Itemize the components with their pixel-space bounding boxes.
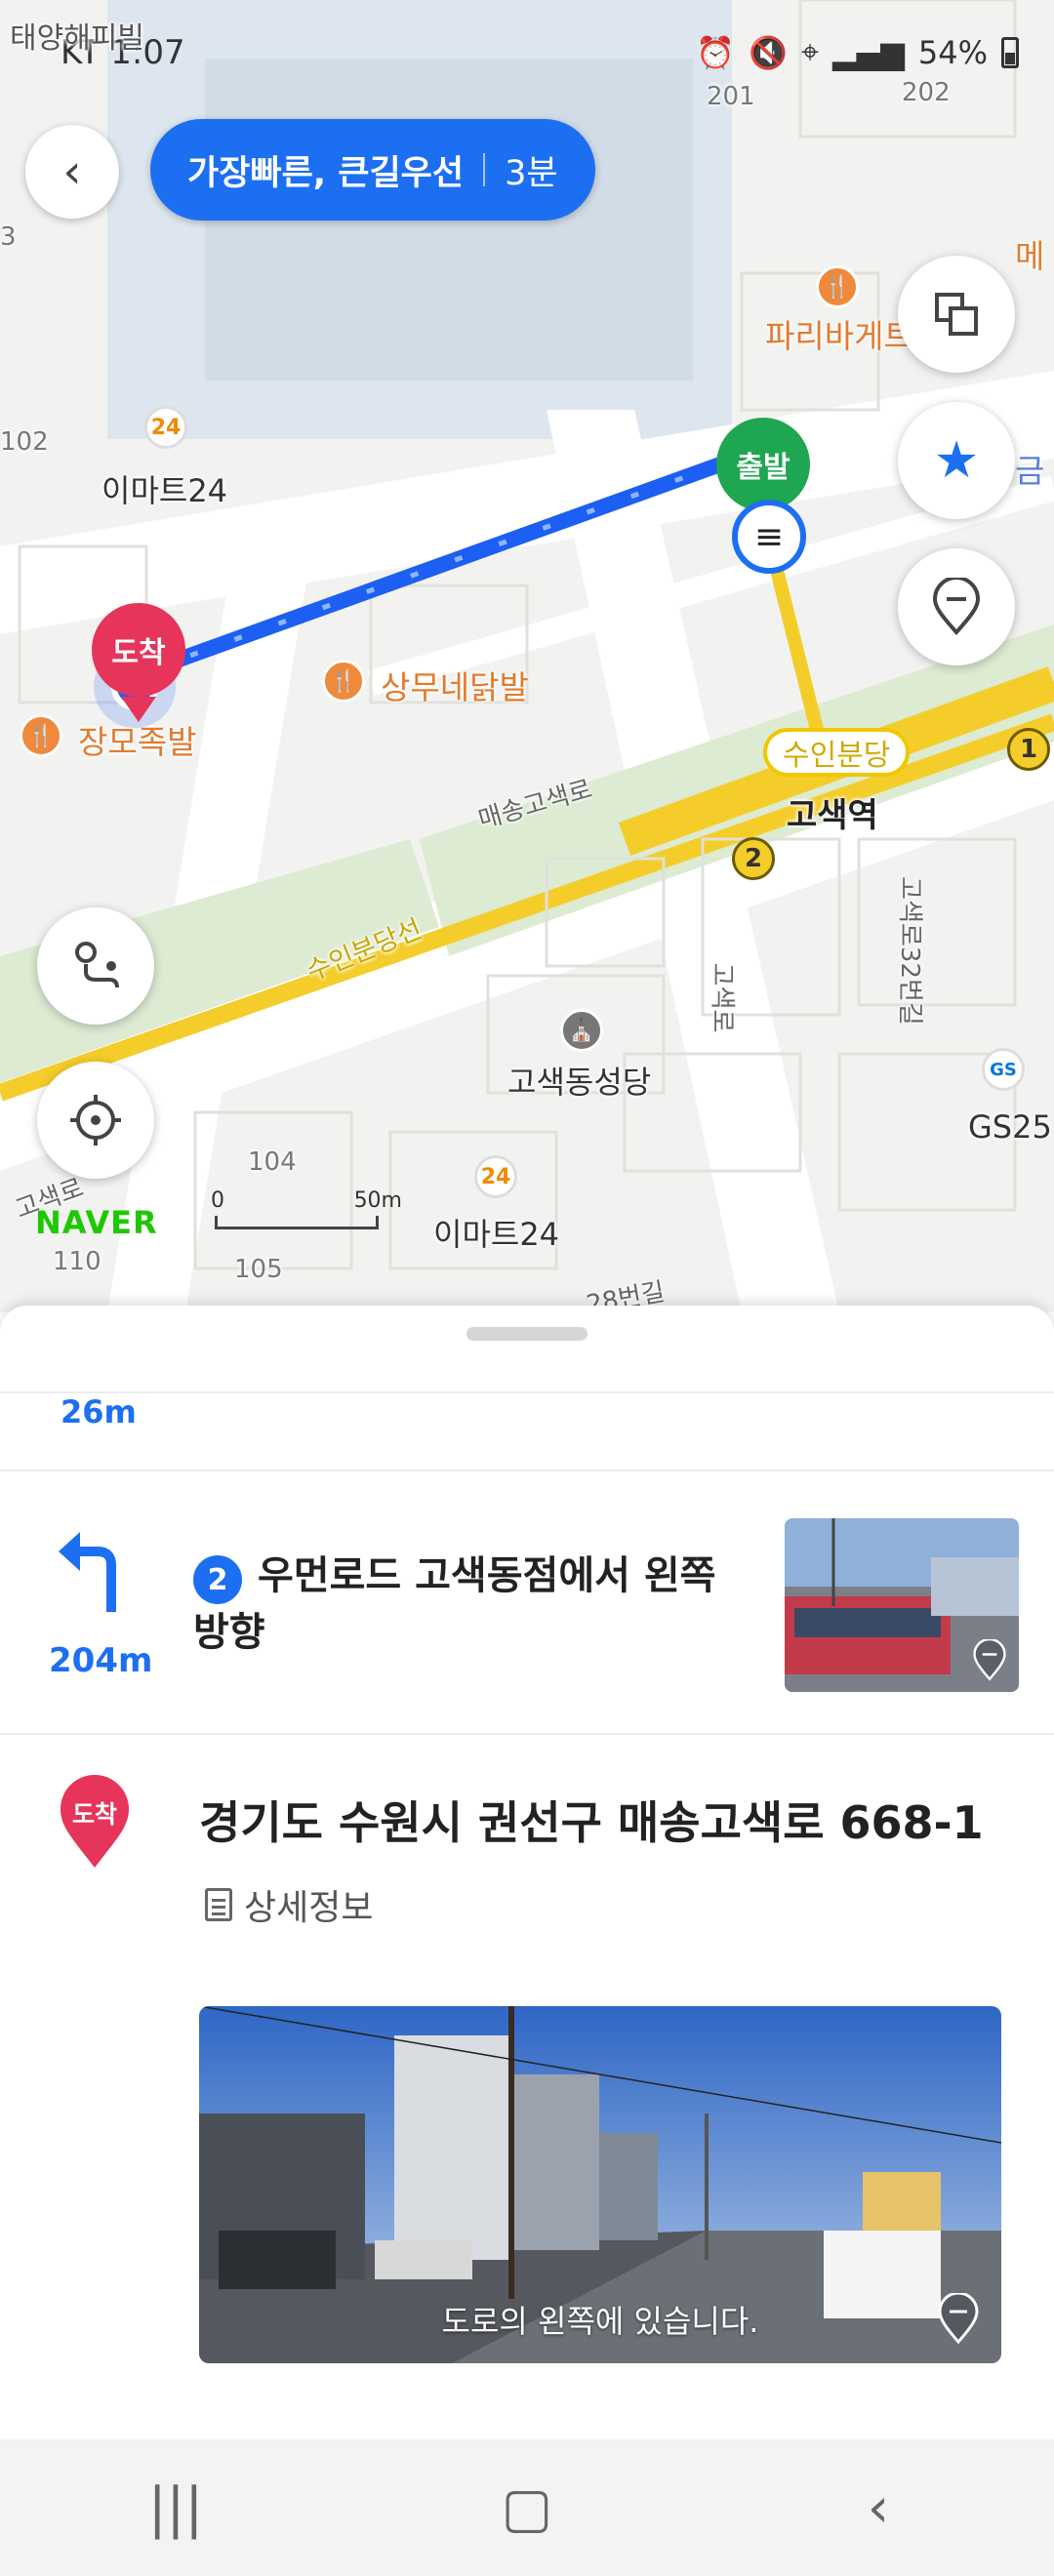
back-button[interactable]: ‹ [25, 125, 119, 219]
signal-icon: ▂▄▆ [832, 33, 905, 71]
directions-sheet[interactable]: 26m 204m 우먼로드 고색동점에서 왼쪽 방향 2 도착 경기도 수원시 … [0, 1306, 1054, 2439]
route-overview-button[interactable] [37, 907, 154, 1025]
map-label-building: 태양해피빌 [10, 21, 144, 56]
naver-logo: NAVER [35, 1204, 158, 1241]
route-path-icon [75, 942, 119, 988]
divider [0, 1469, 1054, 1471]
step-distance: 204m [49, 1641, 153, 1680]
emart24-icon: 24 [474, 1155, 517, 1198]
map-label-3: 3 [0, 222, 17, 252]
detail-info-label: 상세정보 [244, 1888, 374, 1928]
previous-step-distance: 26m [61, 1393, 137, 1430]
star-icon: ★ [933, 431, 980, 490]
mute-icon: 🔇 [749, 33, 789, 71]
scale-label-50m: 50m [353, 1188, 402, 1213]
favorite-button[interactable]: ★ [898, 402, 1015, 519]
battery-icon [1001, 36, 1019, 68]
exit-2-badge: 2 [732, 837, 775, 880]
map-label-jangmo: 장모족발 [78, 723, 197, 761]
map-label-102: 102 [0, 427, 49, 457]
map-label-gs25: GS25 [968, 1108, 1052, 1146]
map-label-sangmu: 상무네닭발 [381, 668, 529, 706]
status-icons: ⏰ 🔇 ⌖ ▂▄▆ 54% [696, 33, 1019, 71]
my-location-button[interactable] [37, 1062, 154, 1179]
bus-stop-icon: ≡ [732, 500, 806, 574]
emart24-icon: 24 [144, 406, 187, 449]
map-label-gosaek-32: 고색로32번길 [894, 876, 924, 1026]
map-label-geum: 금 [1015, 452, 1045, 490]
crosshair-icon [70, 1095, 121, 1146]
scale-label-0: 0 [211, 1188, 224, 1213]
map-label-202: 202 [902, 78, 951, 107]
map-view[interactable]: KT 1:07 ⏰ 🔇 ⌖ ▂▄▆ 54% 태양해피빌 201 202 102 … [0, 0, 1054, 1312]
map-label-emart24-top: 이마트24 [101, 472, 228, 509]
destination-street-view[interactable]: 도로의 왼쪽에 있습니다. [199, 2006, 1001, 2363]
divider [0, 1391, 1054, 1393]
status-bar: KT 1:07 ⏰ 🔇 ⌖ ▂▄▆ 54% [0, 0, 1054, 107]
route-option-button[interactable]: 가장빠른, 큰길우선 3분 [150, 119, 595, 221]
start-marker-label: 출발 [716, 418, 810, 511]
restaurant-icon: 🍴 [816, 265, 859, 308]
step-instruction: 우먼로드 고색동점에서 왼쪽 방향 [193, 1553, 716, 1655]
map-label-emart24-bottom: 이마트24 [433, 1216, 560, 1253]
map-scale-bar: 0 50m [211, 1188, 402, 1229]
document-icon [205, 1888, 232, 1921]
map-label-gosaek-ro: 고색로 [707, 962, 737, 1033]
station-badge: 수인분당 [763, 728, 911, 777]
back-nav-icon[interactable]: ‹ [820, 2476, 937, 2540]
street-view-pin-icon[interactable] [937, 2293, 980, 2346]
home-icon[interactable]: ▢ [468, 2476, 586, 2540]
gs25-icon: GS [982, 1048, 1025, 1091]
map-label-station[interactable]: 고색역 [787, 788, 878, 836]
route-option-label: 가장빠른, 큰길우선 [187, 153, 465, 193]
map-label-church: 고색동성당 [507, 1064, 652, 1101]
church-icon: ⛪ [560, 1009, 603, 1052]
map-label-201: 201 [707, 82, 755, 111]
place-button[interactable] [898, 548, 1015, 665]
step-street-view-thumbnail[interactable] [785, 1518, 1019, 1692]
chevron-left-icon: ‹ [62, 144, 82, 199]
restaurant-icon: 🍴 [322, 660, 365, 703]
divider [0, 1733, 1054, 1735]
exit-1-badge: 1 [1007, 728, 1050, 771]
recent-apps-icon[interactable]: ||| [117, 2476, 234, 2540]
route-time: 3분 [505, 153, 558, 193]
map-label-110: 110 [53, 1247, 101, 1276]
destination-marker-label: 도착 [92, 603, 185, 697]
restaurant-icon: 🍴 [20, 714, 62, 757]
system-nav-bar: ||| ▢ ‹ [0, 2439, 1054, 2576]
destination-badge: 도착 [59, 1774, 131, 1872]
map-layers-button[interactable] [898, 256, 1015, 373]
layers-icon [935, 293, 978, 336]
destination-address: 경기도 수원시 권선구 매송고색로 668-1 [199, 1796, 984, 1849]
map-label-me: 메 [1015, 237, 1045, 275]
map-label-105: 105 [234, 1255, 283, 1284]
battery-percent: 54% [917, 33, 988, 71]
sheet-drag-handle[interactable] [466, 1327, 588, 1341]
step-number-badge: 2 [193, 1555, 242, 1604]
detail-info-link[interactable]: 상세정보 [205, 1879, 373, 1930]
location-icon: ⌖ [801, 33, 820, 70]
map-pin-icon [932, 578, 981, 636]
street-view-pin-icon [973, 1639, 1006, 1681]
destination-badge-label: 도착 [71, 1800, 117, 1829]
screen: KT 1:07 ⏰ 🔇 ⌖ ▂▄▆ 54% 태양해피빌 201 202 102 … [0, 0, 1054, 2576]
turn-left-arrow-icon [59, 1532, 116, 1612]
route-pill-divider [483, 153, 486, 186]
map-label-104: 104 [248, 1147, 297, 1177]
destination-marker[interactable]: 도착 [92, 603, 185, 722]
alarm-icon: ⏰ [696, 33, 736, 71]
photo-caption: 도로의 왼쪽에 있습니다. [441, 2303, 759, 2340]
map-label-paris: 파리바게트 [765, 317, 913, 355]
